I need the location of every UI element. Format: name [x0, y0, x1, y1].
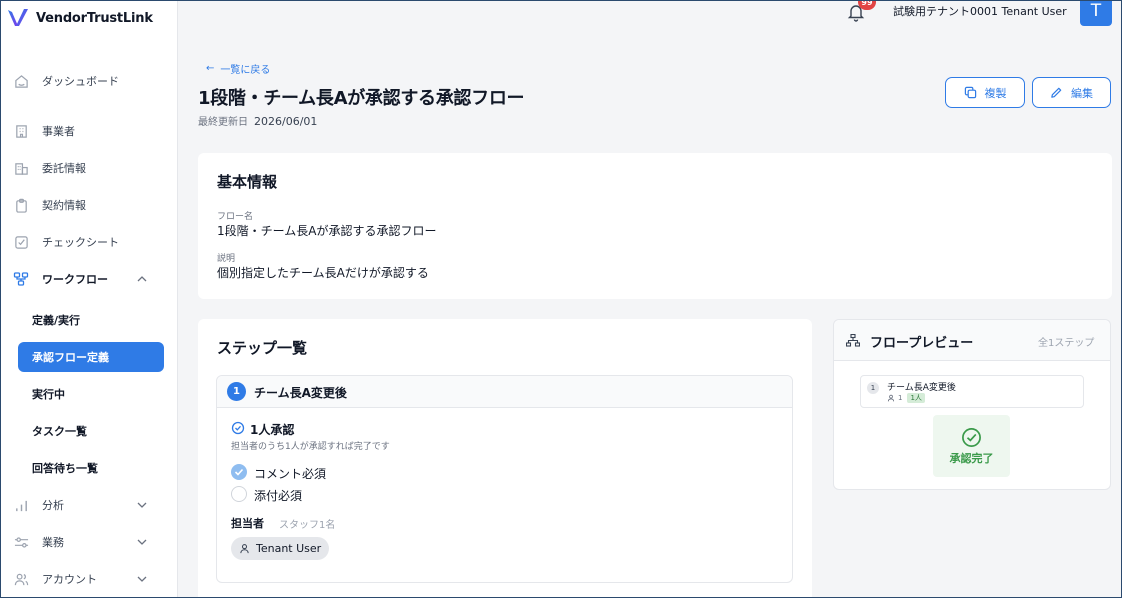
sidebar-subitem-running[interactable]: 実行中: [18, 379, 164, 409]
preview-step-meta: 1 1人: [887, 393, 925, 403]
sidebar-item-vendors[interactable]: 事業者: [0, 117, 178, 145]
last-updated-label: 最終更新日: [198, 117, 248, 128]
notification-badge: 99: [858, 0, 876, 10]
sidebar-subitem-label: 実行中: [32, 388, 65, 401]
approval-description: 担当者のうち1人が承認すれば完了です: [231, 442, 390, 452]
sidebar-subitem-awaiting[interactable]: 回答待ち一覧: [18, 453, 164, 483]
flow-name-label: フロー名: [217, 212, 254, 222]
workflow-icon: [13, 271, 29, 287]
sidebar-item-label: 業務: [42, 536, 64, 549]
logo-icon: [8, 9, 28, 26]
preview-step-name: チーム長A変更後: [887, 383, 956, 393]
assignee-label: 担当者: [231, 517, 264, 530]
office-icon: [13, 160, 29, 176]
sidebar-item-label: 分析: [42, 499, 64, 512]
sidebar-item-analytics[interactable]: 分析: [0, 491, 178, 519]
sidebar-item-outsourcing[interactable]: 委託情報: [0, 154, 178, 182]
step-number: 1: [227, 382, 246, 401]
user-icon: [887, 394, 895, 402]
sidebar-subitem-tasks[interactable]: タスク一覧: [18, 416, 164, 446]
step-header: 1 チーム長A変更後: [217, 376, 792, 408]
flow-name-value: 1段階・チーム長Aが承認する承認フロー: [217, 224, 437, 238]
check-icon: [234, 468, 244, 476]
sidebar-item-account[interactable]: アカウント: [0, 565, 178, 593]
app-name: VendorTrustLink: [36, 10, 153, 26]
check-circle-icon: [231, 421, 245, 435]
sidebar-subitem-definition[interactable]: 定義/実行: [18, 305, 164, 335]
basic-info-title: 基本情報: [217, 173, 278, 191]
app-logo[interactable]: VendorTrustLink: [6, 6, 153, 30]
sidebar-item-label: ダッシュボード: [42, 75, 119, 88]
sidebar-subitem-approval-flow[interactable]: 承認フロー定義: [18, 342, 164, 372]
sidebar-item-label: チェックシート: [42, 236, 119, 249]
sidebar-subitem-label: タスク一覧: [32, 425, 87, 438]
chevron-down-icon: [137, 576, 147, 582]
avatar[interactable]: T: [1080, 0, 1112, 26]
user-icon: [240, 544, 249, 554]
edit-button[interactable]: 編集: [1032, 77, 1111, 108]
assignee-name: Tenant User: [256, 542, 322, 555]
basic-info-card: 基本情報 フロー名 1段階・チーム長Aが承認する承認フロー 説明 個別指定したチ…: [198, 153, 1112, 299]
flow-preview-step-count: 全1ステップ: [1038, 338, 1095, 349]
comment-required-checkbox: [231, 464, 247, 480]
sidebar-item-operations[interactable]: 業務: [0, 528, 178, 556]
preview-step-number: 1: [867, 382, 879, 394]
bar-chart-icon: [13, 497, 29, 513]
description-value: 個別指定したチーム長Aだけが承認する: [217, 266, 429, 280]
sidebar-item-workflow[interactable]: ワークフロー: [0, 265, 178, 293]
approval-complete-node: 承認完了: [933, 415, 1010, 477]
sidebar-item-dashboard[interactable]: ダッシュボード: [0, 67, 178, 95]
comment-required-label: コメント必須: [254, 467, 327, 481]
back-link-label: 一覧に戻る: [220, 65, 271, 76]
chevron-up-icon: [137, 276, 147, 282]
sidebar: VendorTrustLink ダッシュボード 事業者 委託情報 契約情報 チェ…: [0, 0, 178, 598]
arrow-left-icon: ←: [206, 63, 215, 74]
step-name: チーム長A変更後: [254, 386, 347, 400]
sidebar-item-label: 委託情報: [42, 162, 86, 175]
approval-type: 1人承認: [250, 423, 295, 437]
copy-icon: [964, 86, 976, 99]
page-title: 1段階・チーム長Aが承認する承認フロー: [198, 88, 525, 109]
steps-title: ステップ一覧: [217, 339, 308, 357]
sidebar-subitem-label: 回答待ち一覧: [32, 462, 98, 475]
sidebar-item-checksheet[interactable]: チェックシート: [0, 228, 178, 256]
copy-button[interactable]: 複製: [945, 77, 1025, 108]
sliders-icon: [13, 534, 29, 550]
chevron-down-icon: [137, 539, 147, 545]
sitemap-icon: [846, 334, 860, 347]
attachment-required-label: 添付必須: [254, 489, 303, 503]
check-circle-icon: [962, 428, 981, 447]
preview-step-node: 1 チーム長A変更後 1 1人: [860, 375, 1084, 408]
step-card: 1 チーム長A変更後 1人承認 担当者のうち1人が承認すれば完了です コメント必…: [216, 375, 793, 583]
sidebar-subitem-label: 定義/実行: [32, 314, 81, 327]
last-updated-value: 2026/06/01: [254, 115, 318, 128]
assignee-chip: Tenant User: [231, 537, 330, 560]
flow-preview-title: フロープレビュー: [870, 336, 974, 351]
copy-button-label: 複製: [984, 86, 1007, 100]
preview-step-count: 1: [898, 394, 903, 402]
building-icon: [13, 123, 29, 139]
home-icon: [13, 73, 29, 89]
clipboard-icon: [13, 197, 29, 213]
last-updated: 最終更新日 2026/06/01: [198, 113, 317, 128]
tenant-user-name[interactable]: 試験用テナント0001 Tenant User: [893, 3, 1067, 19]
checkbox-icon: [13, 234, 29, 250]
sidebar-subitem-label: 承認フロー定義: [32, 351, 109, 364]
sidebar-item-contracts[interactable]: 契約情報: [0, 191, 178, 219]
approval-complete-label: 承認完了: [949, 452, 994, 465]
chevron-down-icon: [137, 502, 147, 508]
back-link[interactable]: ← 一覧に戻る: [206, 61, 270, 76]
assignee-summary: スタッフ1名: [279, 520, 336, 531]
edit-button-label: 編集: [1071, 86, 1093, 100]
preview-step-badge: 1人: [907, 393, 925, 403]
attachment-required-checkbox: [231, 486, 247, 502]
sidebar-item-label: 事業者: [42, 125, 75, 138]
sidebar-item-label: アカウント: [42, 573, 97, 586]
users-icon: [13, 571, 29, 587]
pencil-icon: [1051, 87, 1062, 98]
sidebar-item-label: 契約情報: [42, 199, 86, 212]
sidebar-item-label: ワークフロー: [42, 273, 108, 286]
description-label: 説明: [217, 254, 236, 264]
